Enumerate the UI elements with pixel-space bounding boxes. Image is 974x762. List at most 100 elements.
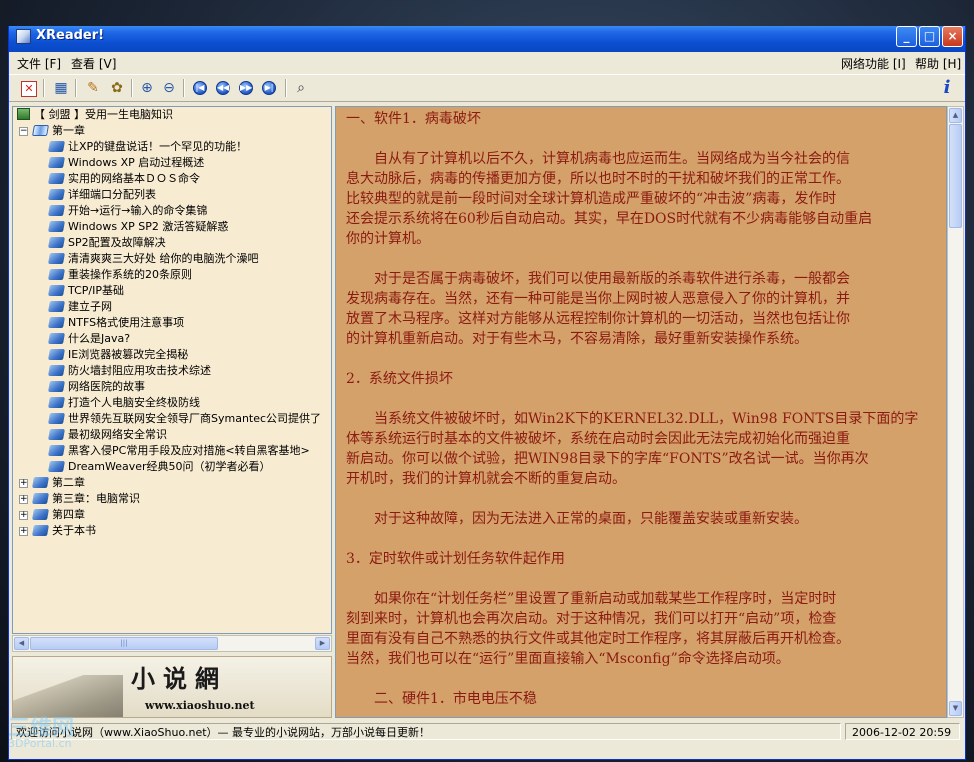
tree-item[interactable]: 最初级网络安全常识 (48, 427, 167, 443)
info-icon[interactable]: i (937, 78, 957, 98)
tree-item-label: 开始→运行→输入的命令集锦 (68, 204, 208, 217)
tree-chapter[interactable]: 第三章：电脑常识 (32, 491, 140, 507)
banner-url[interactable]: www.xiaoshuo.net (145, 699, 255, 712)
book-icon (32, 477, 49, 488)
content-vertical-scrollbar[interactable]: ▲ ▼ (947, 106, 964, 718)
tree-item-label: DreamWeaver经典50问（初学者必看） (68, 460, 271, 473)
menu-view[interactable]: 查看 [V] (71, 55, 116, 72)
tree-item[interactable]: 世界领先互联网安全领导厂商Symantec公司提供了 (48, 411, 321, 427)
last-page-icon[interactable]: ▶| (262, 81, 276, 95)
tree-item[interactable]: 建立子网 (48, 299, 112, 315)
tree-item-label: 黑客入侵PC常用手段及应对措施<转自黑客基地> (68, 444, 310, 457)
scroll-thumb[interactable] (949, 124, 962, 228)
tree-chapter[interactable]: 第二章 (32, 475, 85, 491)
tree-item[interactable]: 黑客入侵PC常用手段及应对措施<转自黑客基地> (48, 443, 310, 459)
expand-icon[interactable]: + (19, 479, 28, 488)
book-icon (48, 269, 65, 280)
tree-item[interactable]: 清清爽爽三大好处 给你的电脑洗个澡吧 (48, 251, 259, 267)
article-line: 息大动脉后，病毒的传播更加方便，所以也时不时的干扰和破坏我们的正常工作。 (346, 171, 850, 187)
scroll-down-icon[interactable]: ▼ (949, 701, 962, 716)
tree-chapter-label: 第一章 (52, 124, 85, 137)
tree-item[interactable]: 详细端口分配列表 (48, 187, 156, 203)
tree-item[interactable]: 重装操作系统的20条原则 (48, 267, 192, 283)
menu-network[interactable]: 网络功能 [I] (841, 55, 906, 72)
tree-item[interactable]: NTFS格式使用注意事项 (48, 315, 184, 331)
binoculars-icon[interactable]: ⌕ (291, 78, 311, 98)
article-line: 发现病毒存在。当然，还有一种可能是当你上网时被人恶意侵入了你的计算机，并 (346, 291, 850, 307)
expand-icon[interactable]: + (19, 527, 28, 536)
tree-root[interactable]: 【 剑盟 】受用一生电脑知识 (17, 107, 173, 123)
book-icon (48, 333, 65, 344)
collapse-icon[interactable]: − (19, 127, 28, 136)
minimize-button[interactable]: _ (896, 26, 917, 47)
zoom-in-icon[interactable]: ⊕ (137, 78, 157, 98)
book-icon (32, 525, 49, 536)
reading-pane[interactable]: 一、软件1．病毒破坏 自从有了计算机以后不久，计算机病毒也应运而生。当网络成为当… (335, 106, 947, 718)
book-icon (48, 413, 65, 424)
book-icon (48, 461, 65, 472)
tree-root-label: 【 剑盟 】受用一生电脑知识 (34, 108, 173, 121)
tree-item-label: 防火墙封阻应用攻击技术综述 (68, 364, 211, 377)
tree-chapter[interactable]: 第四章 (32, 507, 85, 523)
book-icon (48, 349, 65, 360)
article-line: 3．定时软件或计划任务软件起作用 (346, 551, 565, 567)
zoom-out-icon[interactable]: ⊖ (159, 78, 179, 98)
next-page-icon[interactable]: ▶▶ (239, 81, 253, 95)
prev-page-icon[interactable]: ◀◀ (216, 81, 230, 95)
menu-help[interactable]: 帮助 [H] (915, 55, 961, 72)
article-line: 你的计算机。 (346, 231, 430, 247)
expand-icon[interactable]: + (19, 511, 28, 520)
tree-horizontal-scrollbar[interactable]: ◀ ||| ▶ (12, 635, 332, 652)
tree-item[interactable]: Windows XP SP2 激活答疑解惑 (48, 219, 228, 235)
grid-view-icon[interactable]: ▦ (51, 78, 71, 98)
book-icon (32, 493, 49, 504)
tree-item[interactable]: 网络医院的故事 (48, 379, 145, 395)
tree-item[interactable]: 什么是Java? (48, 331, 130, 347)
ad-banner[interactable]: 小说網 www.xiaoshuo.net (12, 656, 332, 718)
scroll-left-icon[interactable]: ◀ (14, 637, 29, 650)
article-line: 刻到来时，计算机也会再次启动。对于这种情况，我们可以打开“启动”项，检查 (346, 611, 837, 627)
tree-item[interactable]: 打造个人电脑安全终极防线 (48, 395, 200, 411)
book-icon (48, 445, 65, 456)
scroll-thumb[interactable]: ||| (30, 637, 218, 650)
tree-item-label: 最初级网络安全常识 (68, 428, 167, 441)
book-icon (32, 509, 49, 520)
tree-item[interactable]: IE浏览器被篡改完全揭秘 (48, 347, 189, 363)
window-title: XReader! (36, 28, 105, 43)
tree-item[interactable]: 让XP的键盘说话！一个罕见的功能！ (48, 139, 247, 155)
tree-chapter-label: 关于本书 (52, 524, 96, 537)
exit-icon[interactable]: ✕ (21, 81, 37, 97)
article-line: 里面有没有自己不熟悉的执行文件或其他定时工作程序，将其屏蔽后再开机检查。 (346, 631, 850, 647)
tree-item-label: 建立子网 (68, 300, 112, 313)
book-icon (48, 253, 65, 264)
tree-item[interactable]: 防火墙封阻应用攻击技术综述 (48, 363, 211, 379)
tree-item[interactable]: DreamWeaver经典50问（初学者必看） (48, 459, 271, 475)
tree-item[interactable]: TCP/IP基础 (48, 283, 124, 299)
expand-icon[interactable]: + (19, 495, 28, 504)
maximize-button[interactable]: □ (919, 26, 940, 47)
close-button[interactable]: × (942, 26, 963, 47)
article-line: 一、软件1．病毒破坏 (346, 111, 481, 127)
tree-item[interactable]: 实用的网络基本ＤＯＳ命令 (48, 171, 200, 187)
tree-item[interactable]: SP2配置及故障解决 (48, 235, 166, 251)
menu-file[interactable]: 文件 [F] (17, 55, 61, 72)
toolbar-separator (75, 79, 77, 97)
scroll-right-icon[interactable]: ▶ (315, 637, 330, 650)
chapter-tree[interactable]: 【 剑盟 】受用一生电脑知识 − 第一章 让XP的键盘说话！一个罕见的功能！ Wi… (12, 106, 332, 634)
tree-chapter[interactable]: 关于本书 (32, 523, 96, 539)
first-page-icon[interactable]: |◀ (193, 81, 207, 95)
toolbar-separator (131, 79, 133, 97)
palette-icon[interactable]: ✿ (107, 78, 127, 98)
title-bar[interactable]: XReader! _ □ × (9, 26, 965, 52)
app-window: XReader! _ □ × 文件 [F] 查看 [V] 网络功能 [I] 帮助… (8, 26, 966, 760)
tree-item-label: TCP/IP基础 (68, 284, 124, 297)
tree-item[interactable]: 开始→运行→输入的命令集锦 (48, 203, 208, 219)
pen-icon[interactable]: ✎ (83, 78, 103, 98)
app-icon (16, 29, 31, 44)
tree-item[interactable]: Windows XP 启动过程概述 (48, 155, 204, 171)
tree-item-label: IE浏览器被篡改完全揭秘 (68, 348, 189, 361)
tree-chapter-1[interactable]: 第一章 (32, 123, 85, 139)
scroll-up-icon[interactable]: ▲ (949, 108, 962, 123)
book-icon (48, 285, 65, 296)
tree-item-label: 打造个人电脑安全终极防线 (68, 396, 200, 409)
